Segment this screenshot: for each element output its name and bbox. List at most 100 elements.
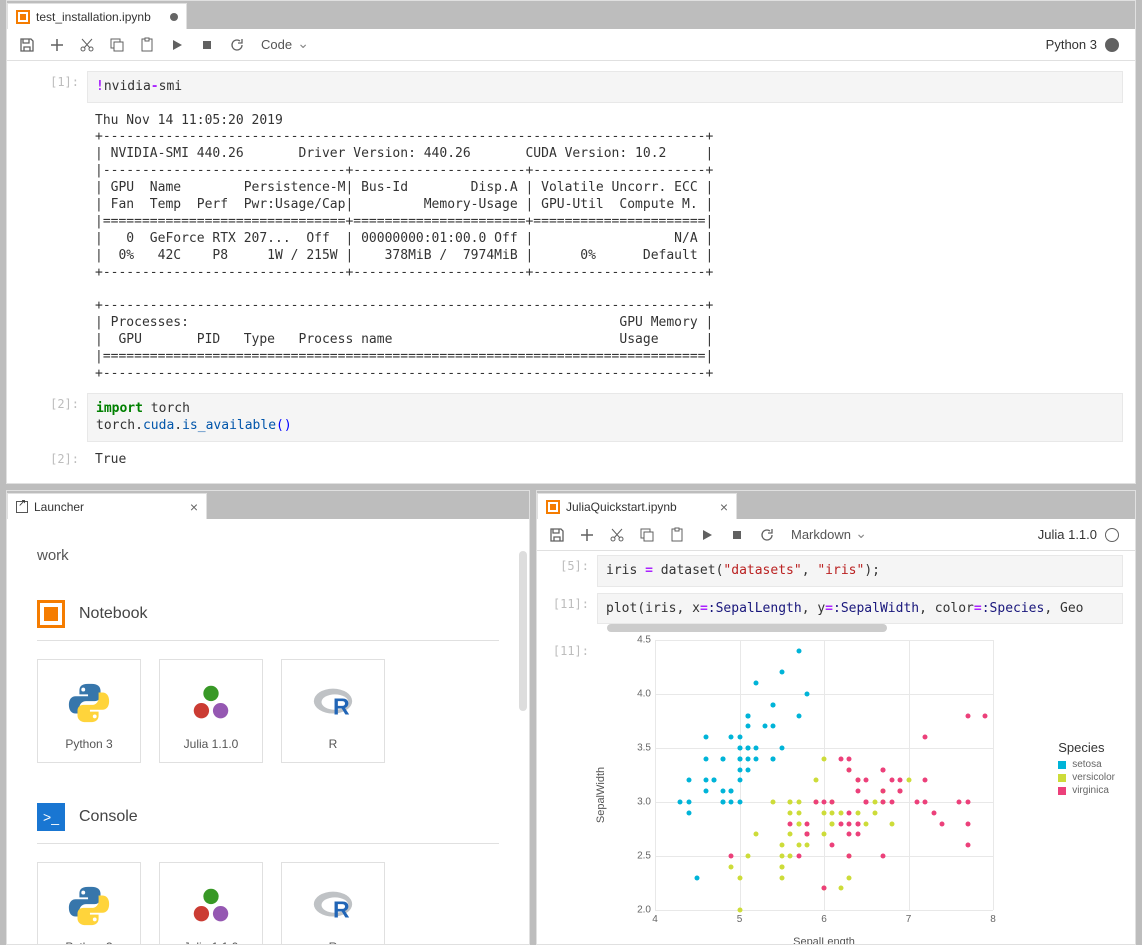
stop-button[interactable] (723, 521, 751, 549)
data-point (898, 778, 903, 783)
code-input[interactable]: plot(iris, x=:SepalLength, y=:SepalWidth… (597, 593, 1123, 625)
kernel-idle-icon (1105, 528, 1119, 542)
kernel-status[interactable]: Julia 1.1.0 (1038, 527, 1129, 542)
data-point (737, 875, 742, 880)
card-label: R (329, 737, 338, 751)
kernel-status[interactable]: Python 3 (1046, 37, 1129, 52)
data-point (686, 810, 691, 815)
tab-launcher[interactable]: Launcher × (7, 493, 207, 519)
kernel-busy-icon (1105, 38, 1119, 52)
pane-julia: JuliaQuickstart.ipynb × Markdown Julia 1… (536, 490, 1136, 945)
cell-output: True (87, 448, 1123, 473)
copy-button[interactable] (633, 521, 661, 549)
cell[interactable]: [5]:iris = dataset("datasets", "iris"); (537, 555, 1123, 587)
scatter-chart: SepalWidth2.02.53.03.54.04.5SepalLength4… (605, 640, 1123, 944)
launcher-card-python[interactable]: Python 3 (37, 862, 141, 944)
data-point (923, 735, 928, 740)
data-point (737, 800, 742, 805)
data-point (703, 756, 708, 761)
scrollbar[interactable] (519, 551, 527, 711)
cut-button[interactable] (603, 521, 631, 549)
data-point (779, 864, 784, 869)
cut-button[interactable] (73, 31, 101, 59)
y-tick: 2.0 (637, 905, 651, 916)
restart-button[interactable] (223, 31, 251, 59)
tabbar-julia: JuliaQuickstart.ipynb × (537, 491, 1135, 519)
cell[interactable]: [11]:plot(iris, x=:SepalLength, y=:Sepal… (537, 593, 1123, 635)
h-scrollbar[interactable] (607, 624, 887, 632)
section-title: Notebook (79, 605, 148, 623)
data-point (864, 821, 869, 826)
close-icon[interactable]: × (190, 499, 198, 515)
data-point (779, 843, 784, 848)
launcher-card-python[interactable]: Python 3 (37, 659, 141, 763)
paste-button[interactable] (133, 31, 161, 59)
tab-julia[interactable]: JuliaQuickstart.ipynb × (537, 493, 737, 519)
data-point (965, 843, 970, 848)
cell[interactable]: [1]:!nvidia-smi (7, 71, 1123, 103)
close-icon[interactable]: × (720, 499, 728, 515)
cell-type-select[interactable]: Markdown (783, 523, 871, 546)
add-cell-button[interactable] (573, 521, 601, 549)
data-point (822, 886, 827, 891)
modified-dot-icon (170, 13, 178, 21)
notebook-body-top[interactable]: [1]:!nvidia-smi Thu Nov 14 11:05:20 2019 … (7, 61, 1135, 483)
launcher-card-r[interactable]: RR (281, 862, 385, 944)
launcher-card-julia[interactable]: Julia 1.1.0 (159, 862, 263, 944)
data-point (855, 778, 860, 783)
x-axis-label: SepalLength (793, 936, 855, 944)
console-section-icon: >_ (37, 803, 65, 831)
pane-launcher: Launcher × work NotebookPython 3Julia 1.… (6, 490, 530, 945)
tab-label: Launcher (34, 500, 84, 514)
run-button[interactable] (163, 31, 191, 59)
paste-button[interactable] (663, 521, 691, 549)
data-point (813, 800, 818, 805)
launcher-card-julia[interactable]: Julia 1.1.0 (159, 659, 263, 763)
data-point (881, 854, 886, 859)
cell[interactable]: [2]:import torch torch.cuda.is_available… (7, 393, 1123, 442)
run-button[interactable] (693, 521, 721, 549)
data-point (805, 821, 810, 826)
restart-button[interactable] (753, 521, 781, 549)
cell-type-select[interactable]: Code (253, 33, 313, 56)
data-point (754, 832, 759, 837)
cell[interactable]: Thu Nov 14 11:05:20 2019 +--------------… (7, 109, 1123, 387)
add-cell-button[interactable] (43, 31, 71, 59)
code-input[interactable]: import torch torch.cuda.is_available() (87, 393, 1123, 442)
tabbar-top: test_installation.ipynb (7, 1, 1135, 29)
launcher-card-r[interactable]: RR (281, 659, 385, 763)
save-button[interactable] (13, 31, 41, 59)
code-input[interactable]: iris = dataset("datasets", "iris"); (597, 555, 1123, 587)
notebook-body-julia[interactable]: [5]:iris = dataset("datasets", "iris"); [… (537, 551, 1135, 944)
x-tick: 5 (737, 914, 743, 925)
data-point (822, 832, 827, 837)
card-label: R (329, 940, 338, 944)
y-tick: 2.5 (637, 851, 651, 862)
data-point (796, 821, 801, 826)
stop-button[interactable] (193, 31, 221, 59)
copy-button[interactable] (103, 31, 131, 59)
data-point (712, 778, 717, 783)
data-point (965, 713, 970, 718)
data-point (872, 810, 877, 815)
data-point (830, 843, 835, 848)
prompt: [1]: (7, 71, 87, 103)
x-tick: 4 (652, 914, 658, 925)
save-button[interactable] (543, 521, 571, 549)
cell[interactable]: [2]:True (7, 448, 1123, 473)
tab-test-installation[interactable]: test_installation.ipynb (7, 3, 187, 29)
data-point (931, 810, 936, 815)
legend-swatch-icon (1058, 774, 1066, 782)
launcher-body[interactable]: work NotebookPython 3Julia 1.1.0RR>_Cons… (7, 519, 529, 944)
prompt (7, 109, 87, 387)
data-point (822, 800, 827, 805)
data-point (889, 800, 894, 805)
pane-test-installation: test_installation.ipynb Code Python 3 [1… (6, 0, 1136, 484)
data-point (923, 800, 928, 805)
cell[interactable]: [11]:SepalWidth2.02.53.03.54.04.5SepalLe… (537, 640, 1123, 944)
data-point (898, 789, 903, 794)
card-label: Julia 1.1.0 (184, 737, 239, 751)
data-point (754, 746, 759, 751)
data-point (881, 767, 886, 772)
code-input[interactable]: !nvidia-smi (87, 71, 1123, 103)
